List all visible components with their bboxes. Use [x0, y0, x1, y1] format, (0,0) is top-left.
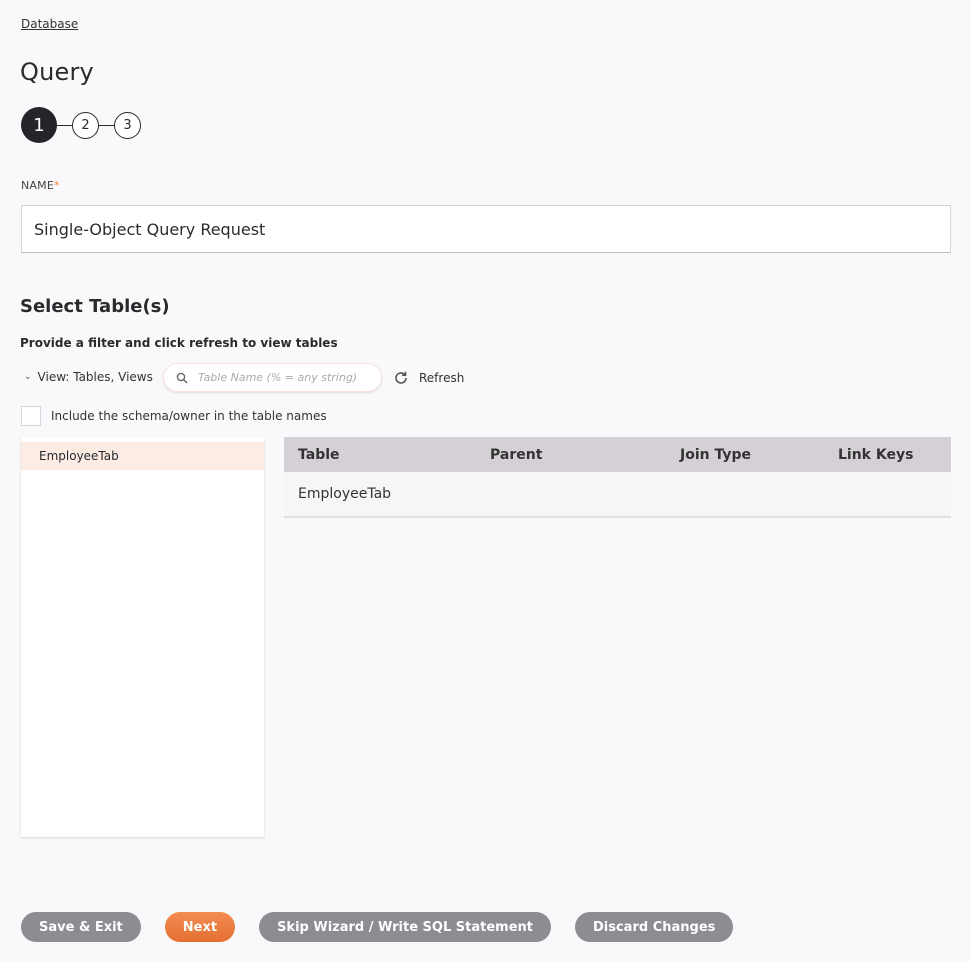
column-header-parent: Parent	[490, 446, 543, 463]
next-button[interactable]: Next	[164, 912, 236, 942]
select-tables-title: Select Table(s)	[20, 296, 170, 317]
chevron-down-icon: ⌄	[24, 372, 32, 382]
step-1[interactable]: 1	[21, 107, 57, 143]
view-toggle-label: View: Tables, Views	[37, 370, 153, 384]
footer-actions: Save & Exit Next Skip Wizard / Write SQL…	[21, 912, 734, 942]
name-label: NAME*	[21, 179, 60, 192]
step-connector	[99, 124, 114, 126]
step-connector	[57, 124, 72, 126]
available-table-item[interactable]: EmployeeTab	[21, 442, 264, 470]
wizard-stepper: 1 2 3	[21, 107, 141, 143]
discard-changes-button[interactable]: Discard Changes	[574, 912, 734, 942]
available-tables-list: EmployeeTab	[21, 437, 264, 837]
refresh-icon	[395, 371, 407, 384]
view-toggle[interactable]: ⌄ View: Tables, Views	[24, 370, 153, 384]
required-asterisk: *	[54, 179, 60, 192]
save-exit-button[interactable]: Save & Exit	[21, 912, 141, 942]
table-search-input[interactable]	[198, 371, 368, 384]
name-label-text: NAME	[21, 179, 54, 192]
table-row[interactable]: EmployeeTab	[284, 472, 951, 518]
refresh-label: Refresh	[419, 371, 465, 385]
table-search[interactable]	[163, 363, 382, 392]
cell-table: EmployeeTab	[298, 486, 392, 502]
selected-tables-grid: Table Parent Join Type Link Keys Employe…	[284, 437, 951, 518]
column-header-join-type: Join Type	[680, 446, 751, 463]
filter-hint: Provide a filter and click refresh to vi…	[20, 336, 338, 350]
include-schema-label: Include the schema/owner in the table na…	[51, 409, 327, 423]
name-input[interactable]	[21, 205, 951, 253]
refresh-button[interactable]: Refresh	[393, 370, 464, 386]
include-schema-checkbox[interactable]	[21, 406, 41, 426]
step-3[interactable]: 3	[114, 111, 141, 139]
include-schema-row: Include the schema/owner in the table na…	[21, 406, 327, 426]
skip-wizard-button[interactable]: Skip Wizard / Write SQL Statement	[259, 912, 551, 942]
column-header-link-keys: Link Keys	[838, 446, 914, 463]
grid-header: Table Parent Join Type Link Keys	[284, 437, 951, 472]
page-title: Query	[20, 58, 94, 86]
breadcrumb-database[interactable]: Database	[21, 17, 78, 31]
step-2[interactable]: 2	[72, 111, 99, 139]
column-header-table: Table	[298, 446, 340, 463]
search-icon	[176, 372, 188, 384]
